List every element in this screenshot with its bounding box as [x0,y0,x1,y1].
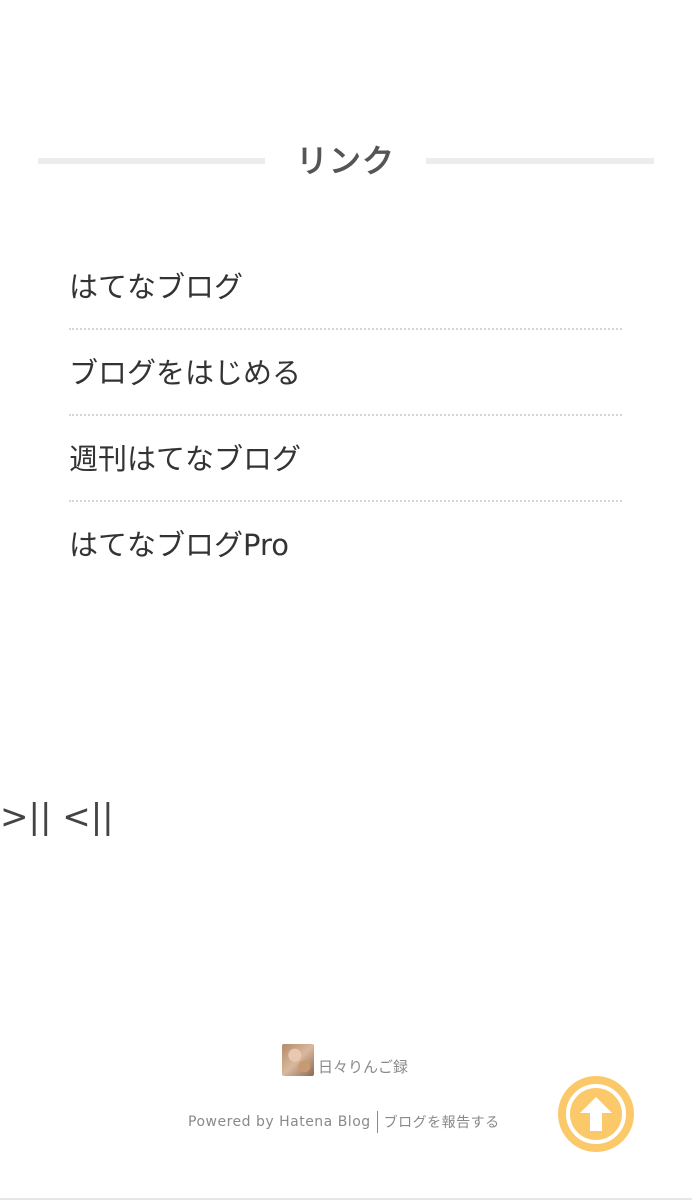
footer-powered: Powered by Hatena Blog ブログを報告する [188,1110,500,1134]
arrow-up-icon [580,1097,612,1131]
list-item: 週刊はてなブログ [69,416,622,502]
link-start-blog[interactable]: ブログをはじめる [69,330,301,414]
list-item: ブログをはじめる [69,330,622,416]
list-item: はてなブログ [69,244,622,330]
blog-avatar[interactable] [282,1044,314,1076]
links-list: はてなブログ ブログをはじめる 週刊はてなブログ はてなブログPro [69,244,622,588]
link-hatena-blog-pro[interactable]: はてなブログPro [69,502,289,586]
scroll-top-ring [566,1084,626,1144]
powered-by-link[interactable]: Powered by Hatena Blog [188,1114,371,1130]
blog-name-link[interactable]: 日々りんご録 [318,1058,408,1076]
links-section-title: リンク [295,142,395,180]
footer-divider [376,1111,378,1133]
links-section-header: リンク [38,136,654,186]
stray-text: >|| <|| [0,797,114,837]
link-hatena-blog[interactable]: はてなブログ [69,244,243,328]
heading-rule-right [426,158,654,164]
heading-rule-left [38,158,265,164]
link-weekly-hatena-blog[interactable]: 週刊はてなブログ [69,416,301,500]
footer-blog-info: 日々りんご録 [282,1044,408,1076]
list-item: はてなブログPro [69,502,622,588]
scroll-to-top-button[interactable] [558,1076,634,1152]
report-blog-link[interactable]: ブログを報告する [384,1112,500,1132]
